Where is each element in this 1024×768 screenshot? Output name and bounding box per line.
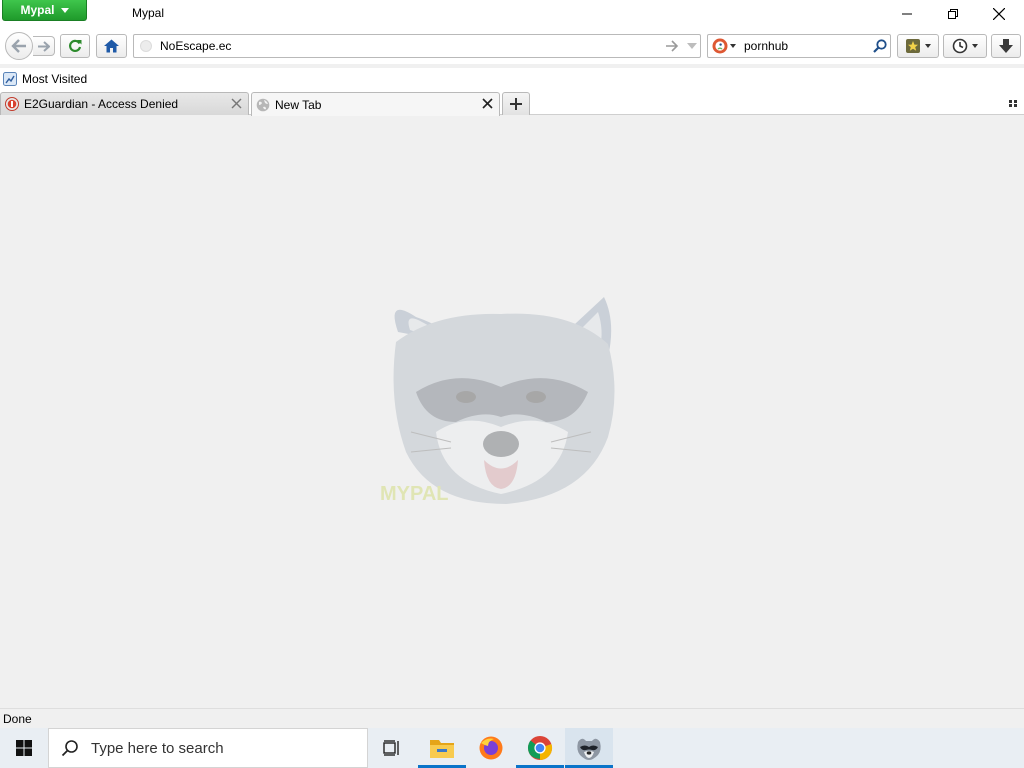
tab-label: New Tab [275,97,322,112]
window-title: Mypal [132,6,165,20]
mypal-icon [577,738,601,760]
taskbar-file-explorer[interactable] [418,728,466,768]
chevron-down-icon [730,44,736,48]
taskbar-chrome[interactable] [516,728,564,768]
reload-icon [69,39,82,52]
back-arrow-icon [11,39,26,53]
go-button[interactable] [664,38,680,54]
navigation-toolbar [0,28,1024,64]
chevron-down-icon [60,7,69,13]
close-tab-icon[interactable] [482,98,493,109]
minimize-icon [902,13,912,15]
mypal-raccoon-logo: MYPAL [380,297,615,505]
forward-button[interactable] [33,36,55,56]
chrome-icon [527,736,553,761]
url-bar[interactable] [133,34,701,58]
tab-label: E2Guardian - Access Denied [24,97,179,111]
taskbar: Type here to search [0,728,1024,768]
start-button[interactable] [0,728,48,768]
minimize-button[interactable] [884,0,930,28]
close-window-button[interactable] [976,0,1022,28]
plus-icon [510,98,522,110]
chevron-down-icon [687,43,697,49]
title-bar: Mypal Mypal [0,0,1024,28]
url-input[interactable] [160,35,660,57]
bookmarks-toolbar: Most Visited [0,68,1024,90]
reload-button[interactable] [60,34,90,58]
duckduckgo-icon [712,38,728,54]
page-content: MYPAL [0,116,1024,708]
taskbar-search-placeholder: Type here to search [91,739,224,757]
tab-strip: E2Guardian - Access Denied New Tab [0,90,1024,116]
list-all-tabs-button[interactable] [1006,96,1020,110]
file-explorer-icon [430,740,454,758]
search-engine-selector[interactable] [712,38,740,54]
app-menu-button[interactable]: Mypal [2,0,87,21]
task-view-button[interactable] [368,728,416,768]
search-button[interactable] [872,38,888,54]
search-bar[interactable] [707,34,891,58]
tab-new-tab[interactable]: New Tab [251,92,500,116]
taskbar-search-box[interactable]: Type here to search [48,728,368,768]
restore-button[interactable] [930,0,976,28]
restore-icon [948,9,958,19]
close-tab-icon[interactable] [231,98,242,109]
tab-e2guardian[interactable]: E2Guardian - Access Denied [0,92,249,115]
windows-logo-icon [16,740,32,756]
new-tab-button[interactable] [502,92,530,115]
status-text: Done [3,712,32,726]
go-arrow-icon [666,40,679,52]
bookmark-folder-icon [3,72,17,86]
app-menu-label: Mypal [20,3,55,17]
home-button[interactable] [96,34,127,58]
site-identity-icon[interactable] [140,40,152,52]
history-clock-icon [952,38,968,54]
bookmarks-menu-button[interactable] [897,34,939,58]
downloads-button[interactable] [991,34,1021,58]
bookmark-label: Most Visited [22,72,88,86]
logo-text: MYPAL [380,483,449,505]
grid-icon [1009,100,1017,107]
download-arrow-icon [999,39,1013,53]
task-view-icon [383,740,399,756]
status-bar: Done [0,708,1024,728]
back-button[interactable] [5,32,33,60]
search-icon [873,39,887,53]
firefox-icon [479,736,503,760]
taskbar-firefox[interactable] [467,728,515,768]
e2guardian-icon [5,97,19,111]
chevron-down-icon [972,44,978,48]
taskbar-mypal[interactable] [565,728,613,768]
globe-icon [256,98,270,111]
url-history-dropdown[interactable] [684,38,700,54]
chevron-down-icon [925,44,931,48]
forward-arrow-icon [37,40,50,52]
search-input[interactable] [744,35,868,57]
history-menu-button[interactable] [943,34,987,58]
close-icon [993,8,1005,20]
bookmark-star-icon [906,39,920,53]
home-icon [104,39,119,53]
search-icon [61,740,78,757]
bookmark-most-visited[interactable]: Most Visited [3,70,87,88]
